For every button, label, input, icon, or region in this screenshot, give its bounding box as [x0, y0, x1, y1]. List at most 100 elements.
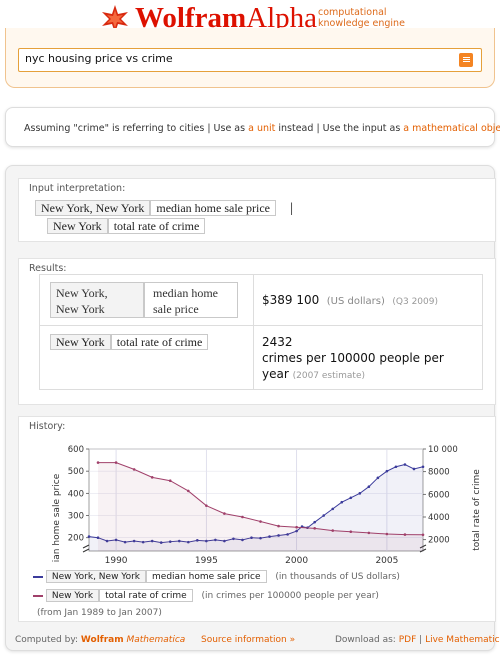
series-point-0 — [412, 467, 416, 471]
y2-tick-label: 2000 — [428, 536, 450, 546]
tagline-line1: computational — [318, 7, 387, 18]
results-row-crime: New York total rate of crime 2432 crimes … — [40, 326, 482, 390]
series-point-1 — [367, 531, 371, 535]
footer-mathematica[interactable]: Mathematica — [126, 635, 185, 645]
legend-swatch-crime — [33, 594, 43, 597]
series-point-1 — [223, 512, 226, 515]
search-input[interactable]: nyc housing price vs crime — [18, 48, 482, 72]
assumption-sep1: | Use as — [204, 123, 249, 134]
series-point-0 — [358, 492, 362, 495]
interp-prop2-chip: total rate of crime — [107, 218, 206, 234]
results-city-line1: New York, — [56, 286, 108, 300]
y-tick-label: 200 — [68, 534, 84, 544]
legend-price-unit: (in thousands of US dollars) — [275, 572, 400, 582]
series-point-1 — [421, 533, 425, 537]
series-point-0 — [349, 496, 353, 500]
x-tick-label: 1990 — [105, 556, 128, 563]
assumption-mid: instead — [275, 123, 314, 134]
math-object-link[interactable]: a mathematical object — [403, 123, 500, 134]
legend-price-city: New York, New York — [45, 570, 147, 583]
results-city-line2: New York — [56, 302, 105, 316]
results-table: New York, New York median home sale pric… — [39, 274, 483, 390]
legend-crime-prop: total rate of crime — [99, 589, 193, 602]
assumption-line: Assuming "crime" is referring to cities … — [24, 123, 500, 134]
series-point-0 — [322, 514, 326, 517]
assumption-box: Assuming "crime" is referring to cities … — [5, 107, 500, 147]
y2-tick-label: 4000 — [428, 513, 450, 523]
legend-swatch-price — [33, 575, 43, 578]
series-point-0 — [331, 507, 335, 511]
results-prop-chip: median home sale price — [144, 282, 238, 318]
source-information-link[interactable]: Source information » — [201, 635, 295, 645]
x-tick-label: 1995 — [195, 556, 218, 563]
results-row-price-label: New York, New York median home sale pric… — [40, 275, 254, 325]
series-point-1 — [186, 489, 190, 493]
crime-unit-line2-wrap: year (2007 estimate) — [262, 366, 444, 384]
series-point-0 — [313, 520, 316, 524]
series-point-0 — [385, 469, 389, 473]
series-point-0 — [403, 463, 407, 466]
series-point-0 — [87, 535, 91, 538]
series-point-1 — [295, 525, 298, 529]
interp-separator: | — [289, 201, 294, 215]
footer-download: Download as: PDF | Live Mathematica — [335, 635, 500, 645]
series-point-1 — [259, 520, 262, 523]
results-pod: Results: New York, New York median home … — [18, 258, 496, 405]
price-value: $389 100 — [262, 293, 320, 307]
series-point-1 — [205, 504, 208, 507]
legend-price-prop: median home sale price — [146, 570, 267, 583]
download-live-mathematica-link[interactable]: Live Mathematica — [425, 635, 500, 645]
footer-computed-by: Computed by: Wolfram Mathematica — [15, 635, 185, 645]
y2-axis-label: total rate of crime — [472, 469, 482, 551]
search-submit-button[interactable] — [459, 53, 473, 67]
x-tick-label: 2005 — [375, 556, 398, 563]
results-city-chip: New York, New York — [50, 282, 144, 318]
series-point-1 — [385, 532, 389, 536]
results-container: Input interpretation: New York, New York… — [5, 165, 500, 651]
y2-tick-label: 8000 — [428, 468, 450, 478]
y-tick-label: 600 — [68, 445, 84, 455]
results-crime-value: 2432 crimes per 100000 people per year (… — [262, 334, 444, 384]
equals-icon — [462, 57, 470, 58]
series-point-1 — [96, 461, 100, 464]
series-point-0 — [376, 476, 380, 480]
results-crime-prop-chip: total rate of crime — [110, 334, 209, 350]
y2-tick-label: 10 000 — [428, 445, 458, 455]
series-point-1 — [150, 476, 154, 479]
results-crime-city-chip: New York — [50, 334, 111, 350]
series-point-0 — [394, 465, 398, 469]
legend-row-crime: New York total rate of crime (in crimes p… — [33, 589, 379, 602]
legend-crime-unit: (in crimes per 100000 people per year) — [201, 591, 379, 601]
series-point-0 — [340, 500, 344, 504]
interp-row2: New York total rate of crime — [47, 218, 206, 234]
legend-crime-city: New York — [45, 589, 100, 602]
footer-sep: | — [419, 635, 423, 645]
assumption-prefix: Assuming "crime" is referring to cities — [24, 123, 205, 134]
history-range-note: (from Jan 1989 to Jan 2007) — [37, 608, 162, 618]
y-tick-label: 500 — [68, 467, 84, 477]
results-prop-line2: sale price — [153, 302, 199, 316]
crime-unit-line1: crimes per 100000 people per — [262, 351, 444, 365]
y-axis-label: median home sale price — [52, 473, 62, 563]
use-as-unit-link[interactable]: a unit — [248, 123, 275, 134]
results-price-value: $389 100 (US dollars) (Q3 2009) — [262, 293, 438, 307]
x-tick-label: 2000 — [285, 556, 308, 563]
results-prop-line1: median home — [153, 286, 218, 300]
price-unit: (US dollars) — [326, 296, 385, 307]
price-period: (Q3 2009) — [392, 297, 438, 307]
pod-title-input: Input interpretation: — [29, 183, 126, 194]
crime-note: (2007 estimate) — [292, 371, 366, 381]
pod-title-results: Results: — [29, 263, 67, 274]
footer-wolfram[interactable]: Wolfram — [81, 635, 124, 645]
interp-city-chip: New York, New York — [35, 200, 151, 216]
interp-city2-chip: New York — [47, 218, 108, 234]
computed-by-label: Computed by: — [15, 635, 79, 645]
results-row-price: New York, New York median home sale pric… — [40, 275, 482, 326]
download-pdf-link[interactable]: PDF — [399, 635, 417, 645]
series-point-0 — [421, 465, 425, 469]
series-point-1 — [403, 533, 407, 536]
header: WolframAlpha computational knowledge eng… — [0, 0, 500, 34]
tagline: computational knowledge engine — [318, 7, 405, 29]
series-point-1 — [132, 468, 136, 471]
input-interpretation-pod: Input interpretation: New York, New York… — [18, 178, 496, 242]
